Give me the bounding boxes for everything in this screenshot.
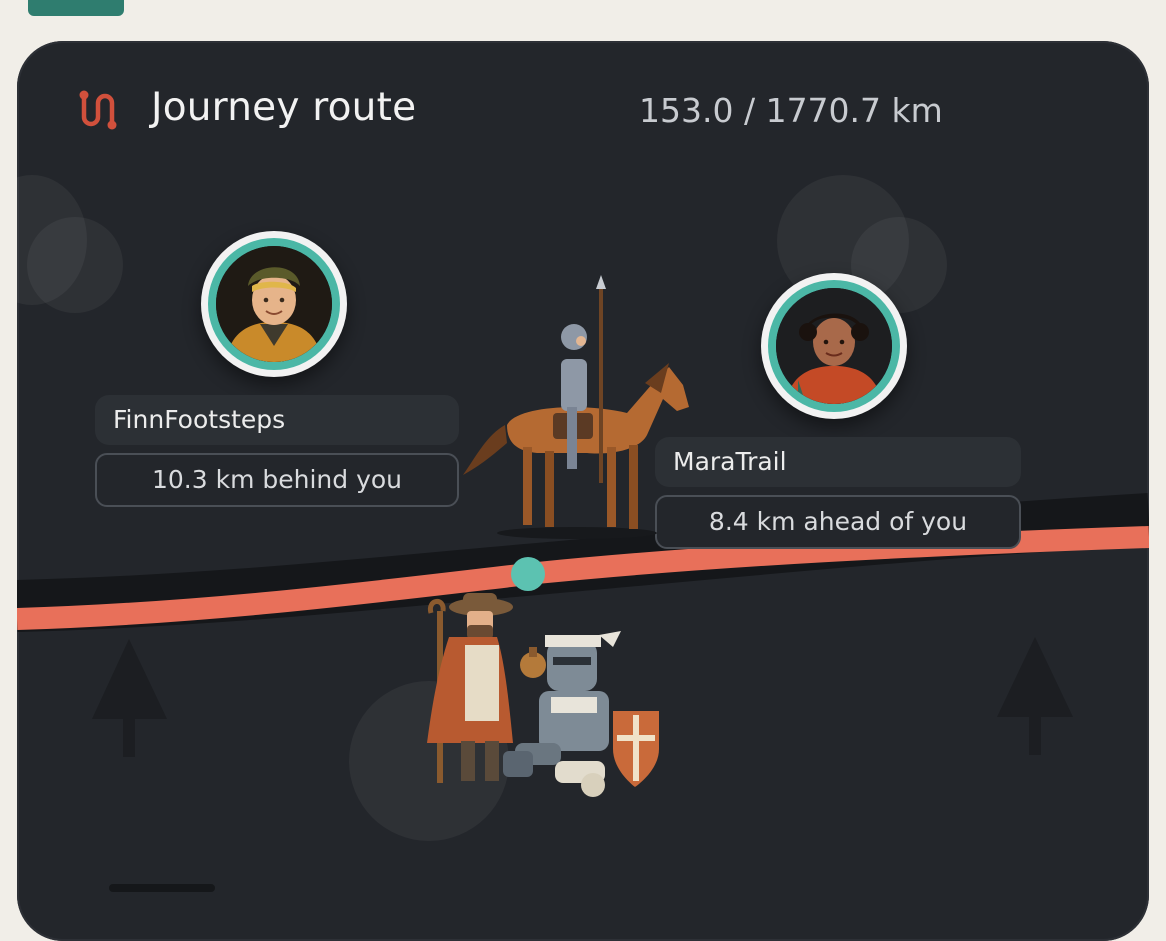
current-position-marker	[511, 557, 545, 591]
avatar-ring	[208, 238, 340, 370]
companion-distance-badge: 8.4 km ahead of you	[655, 495, 1021, 549]
resting-knight-sprite	[503, 631, 659, 797]
avatar-ring	[768, 280, 900, 412]
top-tab-indicator	[28, 0, 124, 16]
companion-distance-badge: 10.3 km behind you	[95, 453, 459, 507]
knight-on-horse-sprite	[463, 275, 689, 539]
hiker-girl-avatar[interactable]	[761, 273, 907, 419]
scroll-indicator	[109, 884, 215, 892]
tree-icon	[997, 637, 1073, 755]
journey-route-card: Journey route 153.0 / 1770.7 km FinnFoot…	[17, 41, 1149, 941]
companion-name: MaraTrail	[655, 437, 1021, 487]
avatar-image	[776, 288, 892, 404]
tree-icon	[92, 639, 167, 757]
avatar-image	[216, 246, 332, 362]
hiker-boy-avatar[interactable]	[201, 231, 347, 377]
companion-name: FinnFootsteps	[95, 395, 459, 445]
